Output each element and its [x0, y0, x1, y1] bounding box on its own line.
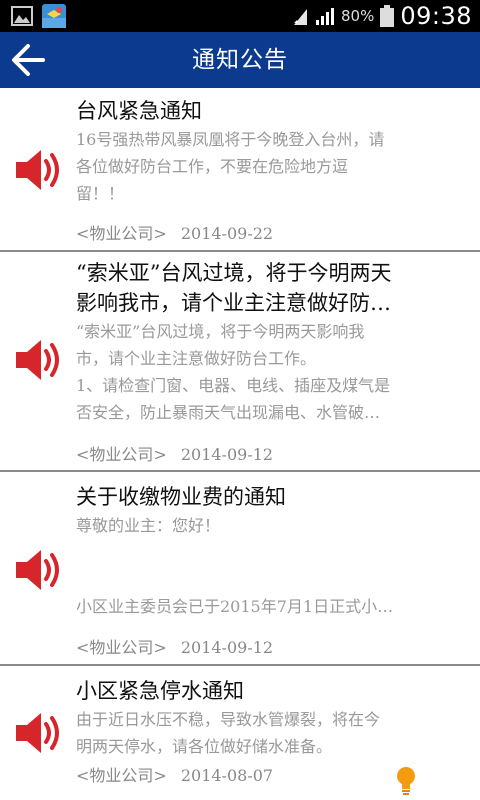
notice-body-line [76, 539, 464, 566]
notice-body-line: 由于近日水压不稳，导致水管爆裂，将在今 [76, 710, 381, 729]
notice-item[interactable]: “索米亚”台风过境，将于今明两天 影响我市，请个业主注意做好防… “索米亚”台风… [0, 252, 480, 472]
notice-body-line: 1、请检查门窗、电器、电线、插座及煤气是 [76, 376, 391, 395]
notice-title: 台风紧急通知 [76, 99, 202, 123]
notice-body-line: “索米亚”台风过境，将于今明两天影响我 [76, 322, 365, 341]
notice-title-line: 影响我市，请个业主注意做好防… [76, 291, 391, 315]
status-bar: 80% 09:38 [0, 0, 480, 32]
clock: 09:38 [400, 2, 472, 30]
app-bar: 通知公告 [0, 32, 480, 88]
notice-body-line [76, 566, 464, 593]
notice-title: 小区紧急停水通知 [76, 679, 244, 703]
notice-item[interactable]: 关于收缴物业费的通知 尊敬的业主：您好！ 小区业主委员会已于2015年7月1日正… [0, 472, 480, 666]
cellular-signal-icon [315, 8, 334, 25]
notice-source: <物业公司> [76, 224, 167, 243]
notice-date: 2014-09-12 [180, 445, 274, 464]
notice-body-line: 16号强热带风暴凤凰将于今晚登入台州，请 [76, 130, 385, 149]
battery-icon [380, 5, 395, 27]
notice-body-line: 留！！ [76, 184, 125, 203]
notice-body-line: 明两天停水，请各位做好储水准备。 [76, 737, 333, 756]
notice-body-line: 尊敬的业主：您好！ [76, 516, 221, 535]
notice-list: 台风紧急通知 16号强热带风暴凤凰将于今晚登入台州，请 各位做好防台工作，不要在… [0, 88, 480, 800]
notice-source: <物业公司> [76, 638, 167, 657]
notice-body-line: 各位做好防台工作，不要在危险地方逗 [76, 157, 349, 176]
signal-icon [293, 9, 307, 25]
notice-body-line: 市，请个业主注意做好防台工作。 [76, 349, 317, 368]
notice-title-line: “索米亚”台风过境，将于今明两天 [76, 261, 392, 285]
notice-date: 2014-09-22 [180, 224, 274, 243]
lightbulb-icon[interactable] [396, 766, 416, 796]
notification-icons [10, 4, 66, 28]
speaker-icon [16, 550, 59, 590]
back-button[interactable] [0, 32, 56, 88]
speaker-icon [16, 340, 59, 380]
notice-date: 2014-09-12 [180, 638, 274, 657]
notice-source: <物业公司> [76, 445, 167, 464]
speaker-icon [16, 713, 59, 753]
notice-date: 2014-08-07 [180, 766, 274, 785]
notice-title: 关于收缴物业费的通知 [76, 485, 286, 509]
notice-body-line: 小区业主委员会已于2015年7月1日正式小… [76, 597, 394, 616]
speaker-icon [16, 150, 59, 190]
arrow-left-icon [12, 44, 45, 76]
notice-source: <物业公司> [76, 766, 167, 785]
notice-body-line: 否安全，防止暴雨天气出现漏电、水管破… [76, 403, 381, 422]
app-notification-icon [42, 4, 66, 28]
battery-percent: 80% [340, 7, 375, 25]
gallery-icon [11, 6, 33, 26]
notice-item[interactable]: 台风紧急通知 16号强热带风暴凤凰将于今晚登入台州，请 各位做好防台工作，不要在… [0, 88, 480, 252]
page-title: 通知公告 [192, 47, 288, 73]
